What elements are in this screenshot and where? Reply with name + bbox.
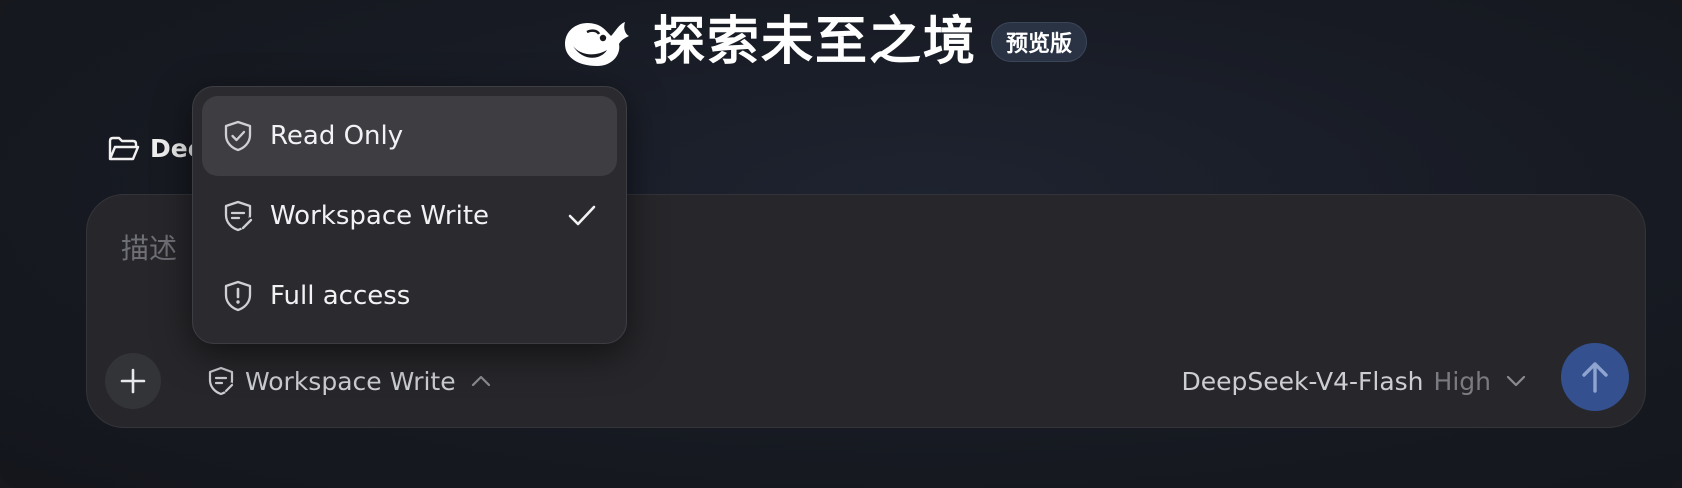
menu-item-label: Workspace Write [270,201,490,231]
model-effort: High [1433,366,1491,396]
menu-item-label: Read Only [270,121,404,151]
shield-edit-icon [224,200,254,232]
checkmark-icon [568,205,596,226]
menu-item-read-only[interactable]: Read Only [202,96,617,176]
arrow-up-icon [1582,362,1608,393]
brand-group: 探索未至之境 预览版 [559,12,1088,72]
shield-edit-icon [208,366,235,396]
folder-selector[interactable]: Dee [108,134,205,163]
app-window: 探索未至之境 预览版 Dee 描述 Workspace Write DeepSe… [0,0,1682,488]
model-name: DeepSeek-V4-Flash [1181,366,1424,396]
send-button[interactable] [1561,343,1629,411]
permission-menu: Read Only Workspace Write Full access [192,86,627,344]
folder-open-icon [108,136,140,160]
chevron-up-icon [471,375,490,387]
brand-header: 探索未至之境 预览版 [0,12,1682,72]
chevron-down-icon [1506,375,1526,387]
shield-alert-icon [224,280,252,312]
model-selector[interactable]: DeepSeek-V4-Flash High [1181,363,1527,399]
prompt-input[interactable]: 描述 [121,227,177,267]
permission-mode-label: Workspace Write [245,366,456,396]
permission-mode-button[interactable]: Workspace Write [207,363,492,399]
menu-item-label: Full access [270,281,411,311]
shield-check-icon [224,120,252,152]
plus-icon [120,368,146,394]
menu-item-workspace-write[interactable]: Workspace Write [202,176,617,256]
add-attachment-button[interactable] [105,353,161,409]
menu-item-full-access[interactable]: Full access [202,256,617,336]
brand-title: 探索未至之境 [652,12,977,72]
whale-logo-icon [564,22,629,66]
preview-badge: 预览版 [991,22,1088,62]
